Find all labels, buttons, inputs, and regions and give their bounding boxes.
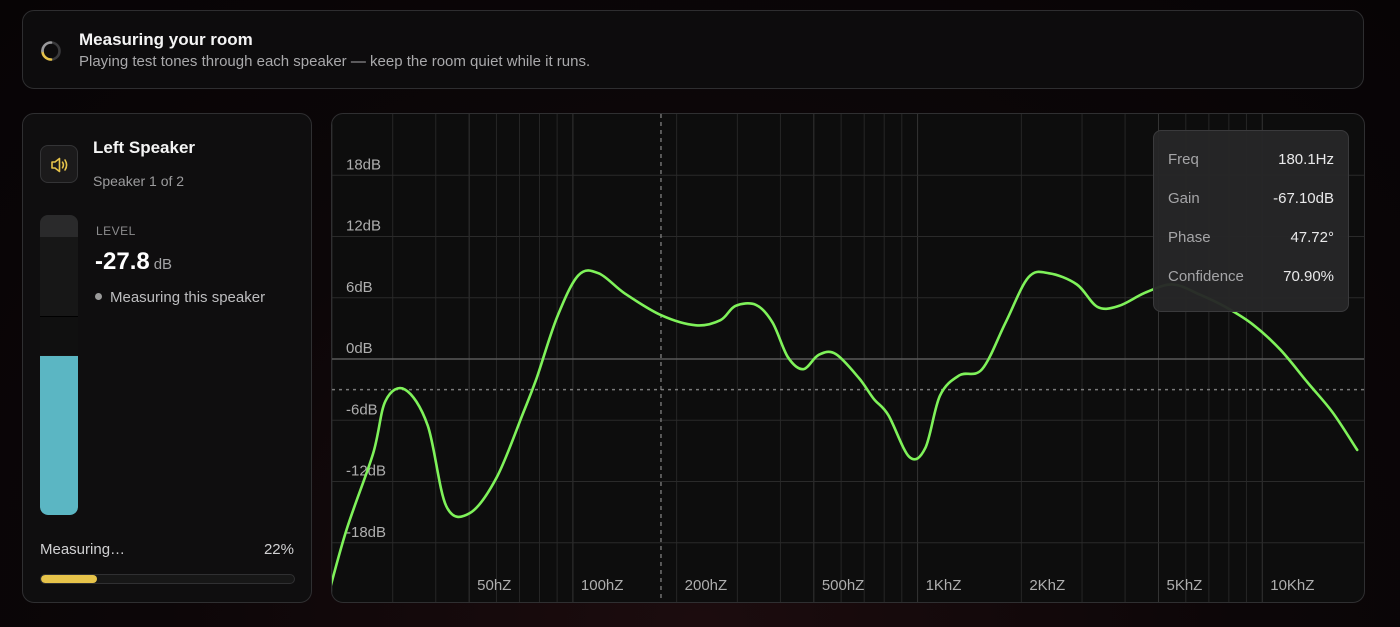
progress-bar-fill [41, 575, 97, 583]
x-tick-label: 200hZ [685, 577, 728, 594]
x-tick-label: 10KhZ [1270, 577, 1314, 594]
y-tick-label: -6dB [346, 401, 378, 418]
y-tick-label: 0dB [346, 340, 373, 357]
banner-subtitle: Playing test tones through each speaker … [79, 53, 591, 70]
frequency-response-graph[interactable]: 18dB 12dB 6dB 0dB -6dB -12dB -18dB 50hZ 100hZ 200… [331, 113, 1365, 603]
level-readout: -27.8 dB [95, 248, 172, 276]
response-curve-line [332, 269, 1359, 587]
loading-spinner-icon [41, 41, 61, 61]
tooltip-value: 180.1Hz [1278, 151, 1334, 168]
tooltip-value: 47.72° [1290, 229, 1334, 246]
tooltip-key: Gain [1168, 190, 1200, 207]
speaker-index: Speaker 1 of 2 [93, 173, 185, 189]
x-tick-label: 100hZ [581, 577, 624, 594]
speaker-card: Left Speaker Speaker 1 of 2 LEVEL -27.8 d… [22, 113, 312, 603]
progress-bar [40, 574, 295, 584]
level-meter-fill [40, 356, 78, 515]
banner-title: Measuring your room [79, 30, 253, 49]
y-tick-label: 12dB [346, 218, 381, 235]
y-tick-label: 6dB [346, 279, 373, 296]
level-unit: dB [153, 256, 173, 273]
level-label: LEVEL [96, 224, 136, 238]
tooltip-key: Confidence [1168, 268, 1244, 285]
level-value: -27.8 [95, 248, 150, 275]
speaker-status: Measuring this speaker [95, 289, 265, 306]
x-tick-label: 2KhZ [1029, 577, 1065, 594]
speaker-name: Left Speaker [93, 138, 196, 157]
status-dot-icon [95, 293, 102, 300]
progress-percent: 22% [263, 541, 294, 558]
tooltip-value: -67.10dB [1273, 190, 1334, 207]
y-tick-label: -18dB [346, 524, 386, 541]
tooltip-key: Phase [1168, 229, 1211, 246]
y-tick-label: 18dB [346, 156, 381, 173]
x-tick-label: 1KhZ [926, 577, 962, 594]
tooltip-key: Freq [1168, 151, 1199, 168]
speaker-icon-button [40, 145, 78, 183]
measurement-banner: Measuring your room Playing test tones t… [22, 10, 1364, 89]
tooltip-value: 70.90% [1283, 268, 1334, 285]
level-meter [40, 215, 78, 515]
x-tick-label: 5KhZ [1166, 577, 1202, 594]
speaker-status-text: Measuring this speaker [110, 289, 266, 306]
progress-label: Measuring… [40, 541, 126, 558]
cursor-tooltip: Freq 180.1Hz Gain -67.10dB Phase 47.72° … [1153, 130, 1349, 312]
x-tick-label: 500hZ [822, 577, 865, 594]
speaker-volume-icon [51, 157, 68, 173]
x-tick-label: 50hZ [477, 577, 511, 594]
